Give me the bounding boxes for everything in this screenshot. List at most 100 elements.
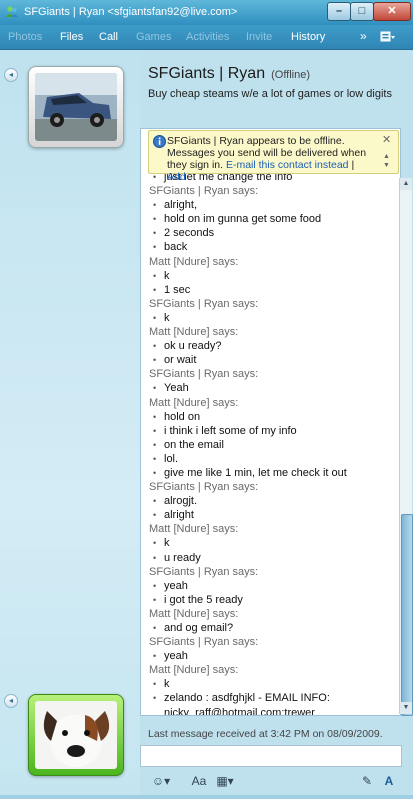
message-line: • hold on im gunna get some food <box>141 212 400 226</box>
line-text: i got the 5 ready <box>164 593 243 606</box>
bullet-icon: • <box>153 200 157 211</box>
line-text: SFGiants | Ryan says: <box>149 297 259 310</box>
menu-activities[interactable]: Activities <box>186 31 229 43</box>
line-text: SFGiants | Ryan says: <box>149 481 259 494</box>
title-bar: SFGiants | Ryan <sfgiantsfan92@live.com>… <box>0 0 413 25</box>
sender-label: SFGiants | Ryan says: <box>141 635 400 649</box>
line-text: k <box>164 311 170 324</box>
email-contact-link[interactable]: E-mail this contact instead <box>226 159 349 171</box>
font-icon[interactable]: Aa <box>190 772 208 790</box>
left-column <box>0 50 140 799</box>
message-line: • alright, <box>141 198 400 212</box>
message-line: • i think i left some of my info <box>141 424 400 438</box>
bullet-icon: • <box>153 580 157 591</box>
line-text: back <box>164 241 188 254</box>
line-text: Matt [Ndure] says: <box>149 255 239 268</box>
message-line: • Yeah <box>141 381 400 395</box>
line-text: yeah <box>164 579 188 592</box>
sender-label: SFGiants | Ryan says: <box>141 480 400 494</box>
menu-games[interactable]: Games <box>136 31 171 43</box>
message-line: • yeah <box>141 579 400 593</box>
contact-avatar[interactable] <box>28 66 124 148</box>
menu-invite[interactable]: Invite <box>246 31 272 43</box>
scroll-up-icon[interactable]: ▲ <box>400 178 412 190</box>
collapse-contact-picture-button[interactable]: ◂ <box>4 68 18 82</box>
my-display-picture <box>35 701 117 769</box>
conversation-history[interactable]: • just let me change the info SFGiants | R… <box>140 128 401 716</box>
bullet-icon: • <box>153 425 157 436</box>
message-line: • alright <box>141 508 400 522</box>
conversation-scrollbar[interactable]: ▲ ▼ <box>399 178 413 716</box>
show-menu-icon[interactable] <box>380 30 396 44</box>
bullet-icon: • <box>153 510 157 521</box>
line-text: Matt [Ndure] says: <box>149 664 239 677</box>
bullet-icon: • <box>153 355 157 366</box>
offline-notice: SFGiants | Ryan appears to be offline. M… <box>148 130 399 183</box>
add-contact-link[interactable]: Add <box>167 171 186 183</box>
more-menu-chevron-icon[interactable]: » <box>360 29 367 43</box>
contact-name-line: SFGiants | Ryan (Offline) <box>148 65 310 83</box>
line-text: or wait <box>164 354 197 367</box>
message-line: • or wait <box>141 353 400 367</box>
message-line: • i got the 5 ready <box>141 593 400 607</box>
my-avatar[interactable] <box>28 694 124 776</box>
scrollbar-thumb[interactable] <box>401 514 413 716</box>
message-line: • on the email <box>141 438 400 452</box>
collapse-my-picture-button[interactable]: ◂ <box>4 694 18 708</box>
message-line: • alrogjt. <box>141 494 400 508</box>
scroll-down-icon[interactable]: ▼ <box>400 702 412 714</box>
window-title: SFGiants | Ryan <sfgiantsfan92@live.com> <box>24 6 238 18</box>
bullet-icon: • <box>153 467 157 478</box>
line-text: alright, <box>164 199 198 212</box>
sender-label: Matt [Ndure] says: <box>141 255 400 269</box>
line-text: SFGiants | Ryan says: <box>149 636 259 649</box>
bullet-icon: • <box>153 496 157 507</box>
bullet-icon: • <box>153 242 157 253</box>
message-input[interactable] <box>141 746 401 766</box>
bullet-icon: • <box>153 411 157 422</box>
background-icon[interactable]: ▦▾ <box>212 772 238 790</box>
bullet-icon: • <box>153 693 157 704</box>
line-text: SFGiants | Ryan says: <box>149 185 259 198</box>
line-text: yeah <box>164 650 188 663</box>
last-message-status: Last message received at 3:42 PM on 08/0… <box>148 728 383 740</box>
menu-history[interactable]: History <box>291 31 325 43</box>
menu-call[interactable]: Call <box>99 31 118 43</box>
message-line: • zelando : asdfghjkl - EMAIL INFO: <box>141 691 400 705</box>
bullet-icon: • <box>153 439 157 450</box>
message-line: • give me like 1 min, let me check it out <box>141 466 400 480</box>
message-line: • 2 seconds <box>141 226 400 240</box>
bullet-icon: • <box>153 284 157 295</box>
line-text: SFGiants | Ryan says: <box>149 565 259 578</box>
bullet-icon: • <box>153 270 157 281</box>
messenger-icon <box>6 6 18 17</box>
message-line: • k <box>141 311 400 325</box>
minimize-button[interactable]: – <box>327 2 351 21</box>
sender-label: Matt [Ndure] says: <box>141 325 400 339</box>
compose-toolbar: ☺▾ Aa ▦▾ ✎ A <box>140 767 413 795</box>
menu-photos[interactable]: Photos <box>8 31 42 43</box>
maximize-button[interactable]: □ <box>350 2 374 21</box>
contact-header: SFGiants | Ryan (Offline) Buy cheap steam… <box>140 50 413 128</box>
message-continuation: nicky_raff@hotmail.com;trewer <box>141 706 400 715</box>
message-line: • hold on <box>141 410 400 424</box>
line-text: k <box>164 537 170 550</box>
handwriting-icon[interactable]: ✎ <box>358 772 376 790</box>
close-button[interactable]: ✕ <box>373 2 411 21</box>
notice-scroll-down-icon[interactable]: ▼ <box>383 160 390 172</box>
bullet-icon: • <box>153 312 157 323</box>
message-compose-box[interactable] <box>140 745 402 767</box>
close-notice-icon[interactable]: ✕ <box>382 134 391 146</box>
bottom-strip <box>0 795 413 799</box>
emoticon-icon[interactable]: ☺▾ <box>148 772 174 790</box>
menu-files[interactable]: Files <box>60 31 83 43</box>
text-mode-icon[interactable]: A <box>380 772 398 790</box>
message-line: • k <box>141 536 400 550</box>
line-text: SFGiants | Ryan says: <box>149 368 259 381</box>
menu-bar: Photos Files Call Games Activities Invit… <box>0 25 413 50</box>
line-text: hold on <box>164 410 201 423</box>
bullet-icon: • <box>153 214 157 225</box>
line-text: hold on im gunna get some food <box>164 213 322 226</box>
line-text: i think i left some of my info <box>164 424 297 437</box>
bullet-icon: • <box>153 538 157 549</box>
